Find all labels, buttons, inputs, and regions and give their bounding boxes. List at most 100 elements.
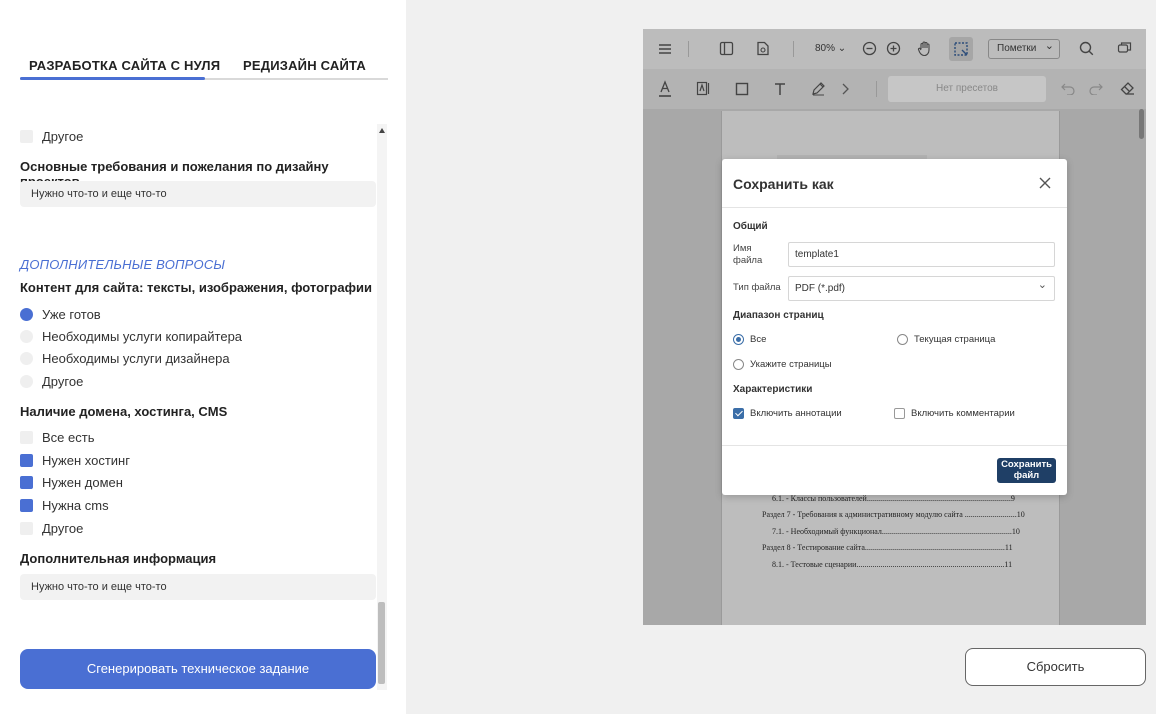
radio[interactable] <box>20 329 33 343</box>
radio-label: Укажите страницы <box>750 359 832 370</box>
search-icon[interactable] <box>1079 41 1094 56</box>
hand-pan-icon[interactable] <box>917 40 933 57</box>
checkbox[interactable] <box>20 521 33 535</box>
dialog-divider <box>722 445 1067 446</box>
radio-content-copywriter[interactable]: Необходимы услуги копирайтера <box>20 328 242 344</box>
form-scrollbar[interactable] <box>377 124 387 690</box>
toolbar-separator <box>793 41 794 57</box>
checkbox[interactable] <box>20 498 33 512</box>
form-panel: РАЗРАБОТКА САЙТА С НУЛЯ РЕДИЗАЙН САЙТА Д… <box>0 0 406 714</box>
checkbox-label: Нужен хостинг <box>42 452 130 468</box>
radio-label: Все <box>750 334 767 345</box>
checkbox[interactable] <box>733 408 744 419</box>
filetype-select[interactable]: PDF (*.pdf) <box>788 274 1055 301</box>
filetype-label: Тип файла <box>733 282 781 293</box>
reset-button[interactable]: Сбросить <box>965 648 1146 686</box>
zoom-level[interactable]: 80% ⌄ <box>815 43 846 54</box>
checkbox[interactable] <box>894 408 905 419</box>
scrollbar-thumb[interactable] <box>378 602 385 684</box>
undo-icon[interactable] <box>1061 82 1075 95</box>
toc-line: Раздел 7 - Требования к административном… <box>762 510 1025 519</box>
domain-question-label: Наличие домена, хостинга, CMS <box>20 404 228 419</box>
radio-label: Текущая страница <box>914 334 996 345</box>
checkbox-other-top[interactable]: Другое <box>20 128 83 144</box>
page-range-title: Диапазон страниц <box>733 310 824 321</box>
radio-content-designer[interactable]: Необходимы услуги дизайнера <box>20 350 230 366</box>
active-tab-indicator <box>20 77 205 80</box>
sidebar-panel-icon[interactable] <box>719 41 734 56</box>
zoom-in-icon[interactable] <box>886 41 901 56</box>
save-file-button[interactable]: Сохранить файл <box>997 458 1056 483</box>
checkbox-label: Включить комментарии <box>911 408 1015 419</box>
checkbox-domain-other[interactable]: Другое <box>20 520 83 536</box>
section-title: ДОПОЛНИТЕЛЬНЫЕ ВОПРОСЫ <box>20 257 226 272</box>
checkbox-label: Нужна cms <box>42 497 109 513</box>
checkbox-label: Включить аннотации <box>750 408 842 419</box>
radio[interactable] <box>20 307 33 321</box>
properties-title: Характеристики <box>733 384 813 395</box>
radio-label: Необходимы услуги дизайнера <box>42 350 230 366</box>
checkbox-all-exists[interactable]: Все есть <box>20 429 94 445</box>
radio[interactable] <box>20 374 33 388</box>
pen-icon[interactable] <box>811 81 826 96</box>
toolbar-separator <box>876 81 877 97</box>
checkbox-label: Нужен домен <box>42 474 123 490</box>
radio-content-other[interactable]: Другое <box>20 373 83 389</box>
tab-new-site[interactable]: РАЗРАБОТКА САЙТА С НУЛЯ <box>29 58 220 73</box>
checkbox[interactable] <box>20 453 33 467</box>
checkbox-label: Все есть <box>42 429 95 445</box>
checkbox-need-domain[interactable]: Нужен домен <box>20 474 123 490</box>
presets-field[interactable]: Нет пресетов <box>888 76 1046 102</box>
checkbox-need-hosting[interactable]: Нужен хостинг <box>20 452 130 468</box>
checkbox[interactable] <box>20 430 33 444</box>
checkbox-include-comments[interactable]: Включить комментарии <box>894 408 1015 419</box>
selection-icon <box>954 42 968 56</box>
toolbar-separator <box>688 41 689 57</box>
radio-range-specify[interactable]: Укажите страницы <box>733 359 832 370</box>
dialog-title: Сохранить как <box>733 176 834 192</box>
filename-label: Имя файла <box>733 243 763 266</box>
document-icon[interactable] <box>756 41 770 56</box>
save-as-dialog: Сохранить как Общий Имя файла template1 … <box>722 159 1067 495</box>
extra-info-field[interactable]: Нужно что-то и еще что-то <box>20 574 376 600</box>
eraser-icon[interactable] <box>1120 81 1135 96</box>
rectangle-icon[interactable] <box>735 82 749 96</box>
redo-icon[interactable] <box>1089 82 1103 95</box>
dialog-divider <box>722 207 1067 208</box>
tab-bar: РАЗРАБОТКА САЙТА С НУЛЯ РЕДИЗАЙН САЙТА <box>20 58 388 80</box>
viewer-toolbar: 80% ⌄ Пометки <box>643 29 1146 69</box>
chevron-right-icon[interactable] <box>840 82 850 96</box>
text-highlight-icon[interactable] <box>696 81 710 96</box>
radio[interactable] <box>733 334 744 345</box>
radio-content-ready[interactable]: Уже готов <box>20 306 101 322</box>
radio[interactable] <box>20 351 33 365</box>
text-color-icon[interactable] <box>658 80 672 98</box>
scroll-up-arrow-icon[interactable] <box>379 128 385 133</box>
form-scroll-area: Другое Основные требования и пожелания п… <box>0 124 378 690</box>
checkbox-need-cms[interactable]: Нужна cms <box>20 497 109 513</box>
text-tool-icon[interactable] <box>773 82 787 96</box>
tab-redesign[interactable]: РЕДИЗАЙН САЙТА <box>243 58 366 73</box>
selection-tool-active[interactable] <box>949 37 973 61</box>
zoom-out-icon[interactable] <box>862 41 877 56</box>
toc-line: Раздел 8 - Тестирование сайта...........… <box>762 543 1013 552</box>
toc-line: 8.1. - Тестовые сценарии................… <box>772 560 1013 569</box>
radio[interactable] <box>733 359 744 370</box>
design-requirements-field[interactable]: Нужно что-то и еще что-то <box>20 181 376 207</box>
radio[interactable] <box>897 334 908 345</box>
radio-range-all[interactable]: Все <box>733 334 766 345</box>
generate-spec-button[interactable]: Сгенерировать техническое задание <box>20 649 376 689</box>
viewer-scrollbar-thumb[interactable] <box>1139 109 1144 139</box>
checkbox[interactable] <box>20 129 33 143</box>
radio-label: Необходимы услуги копирайтера <box>42 328 243 344</box>
filename-input[interactable]: template1 <box>788 242 1055 267</box>
zoom-value: 80% <box>815 43 836 54</box>
checkbox-label: Другое <box>42 520 84 536</box>
comments-icon[interactable] <box>1117 41 1132 56</box>
close-icon[interactable] <box>1039 177 1051 189</box>
radio-range-current[interactable]: Текущая страница <box>897 334 995 345</box>
annotations-select[interactable]: Пометки <box>988 37 1060 59</box>
checkbox[interactable] <box>20 475 33 489</box>
menu-icon[interactable] <box>658 42 672 56</box>
checkbox-include-annotations[interactable]: Включить аннотации <box>733 408 842 419</box>
